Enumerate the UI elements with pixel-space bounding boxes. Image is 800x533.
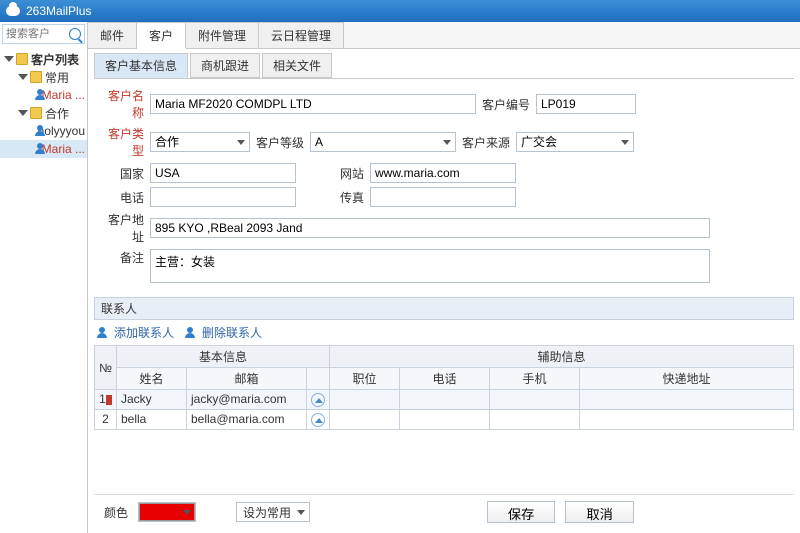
- contact-toolbar: 添加联系人 删除联系人: [94, 320, 794, 345]
- colgroup-aux: 辅助信息: [330, 346, 794, 368]
- app-title: 263MailPlus: [26, 0, 91, 22]
- save-button[interactable]: 保存: [487, 501, 556, 523]
- input-website[interactable]: [370, 163, 516, 183]
- search-box[interactable]: [2, 24, 85, 44]
- label-type: 客户类型: [98, 125, 150, 159]
- delete-contact-button[interactable]: 删除联系人: [184, 324, 262, 341]
- label-remark: 备注: [98, 249, 150, 266]
- label-level: 客户等级: [250, 134, 310, 151]
- col-envelope: [307, 368, 330, 390]
- row-marker-icon: [106, 395, 112, 405]
- col-addr: 快递地址: [580, 368, 794, 390]
- table-row[interactable]: 1 Jacky jacky@maria.com: [95, 390, 794, 410]
- label-name: 客户名称: [98, 87, 150, 121]
- col-no: №: [95, 346, 117, 390]
- customer-tree: 客户列表 常用 Maria ... 合作 holyyyou Maria ...: [0, 46, 87, 162]
- contacts-title: 联系人: [94, 297, 794, 320]
- subtab-files[interactable]: 相关文件: [262, 53, 332, 78]
- tree-item[interactable]: Maria ...: [0, 86, 87, 104]
- chevron-down-icon: [18, 72, 28, 82]
- input-phone[interactable]: [150, 187, 296, 207]
- customer-form: 客户名称 客户编号 客户类型 合作 客户等级 A 客户来源 广交会 国家 网站: [94, 79, 794, 291]
- input-code[interactable]: [536, 94, 636, 114]
- chevron-down-icon: [18, 108, 28, 118]
- person-icon: [96, 327, 108, 339]
- tab-mail[interactable]: 邮件: [88, 22, 137, 48]
- col-name: 姓名: [117, 368, 187, 390]
- color-swatch: [139, 503, 195, 521]
- folder-icon: [30, 107, 42, 119]
- col-position: 职位: [330, 368, 400, 390]
- tree-root[interactable]: 客户列表: [0, 50, 87, 68]
- select-type[interactable]: 合作: [150, 132, 250, 152]
- sidebar: 客户列表 常用 Maria ... 合作 holyyyou Maria ...: [0, 22, 88, 533]
- person-icon: [34, 89, 39, 101]
- col-email: 邮箱: [187, 368, 307, 390]
- subtab-basic[interactable]: 客户基本信息: [94, 53, 188, 78]
- color-picker[interactable]: [138, 502, 196, 522]
- tab-calendar[interactable]: 云日程管理: [259, 22, 344, 48]
- search-icon[interactable]: [69, 28, 81, 40]
- cell-no: 2: [95, 409, 117, 429]
- label-address: 客户地址: [98, 211, 150, 245]
- top-tabs: 邮件 客户 附件管理 云日程管理: [88, 22, 800, 49]
- cloud-icon: [6, 6, 20, 16]
- label-phone: 电话: [98, 189, 150, 206]
- cell-email: jacky@maria.com: [187, 390, 307, 410]
- label-fax: 传真: [296, 189, 370, 206]
- cancel-button[interactable]: 取消: [565, 501, 634, 523]
- tab-customer[interactable]: 客户: [137, 22, 186, 49]
- col-mobile: 手机: [490, 368, 580, 390]
- subtab-opportunity[interactable]: 商机跟进: [190, 53, 260, 78]
- favorite-select[interactable]: 设为常用: [236, 502, 310, 522]
- label-country: 国家: [98, 165, 150, 182]
- tree-item[interactable]: Maria ...: [0, 140, 87, 158]
- input-address[interactable]: [150, 218, 710, 238]
- input-country[interactable]: [150, 163, 296, 183]
- label-website: 网站: [296, 165, 370, 182]
- title-bar: 263MailPlus: [0, 0, 800, 22]
- person-icon: [34, 125, 35, 137]
- cell-name: Jacky: [117, 390, 187, 410]
- mail-icon[interactable]: [311, 393, 325, 407]
- search-input[interactable]: [6, 28, 66, 40]
- cell-email: bella@maria.com: [187, 409, 307, 429]
- cell-name: bella: [117, 409, 187, 429]
- cell-no: 1: [95, 390, 117, 410]
- tree-item[interactable]: holyyyou: [0, 122, 87, 140]
- label-source: 客户来源: [456, 134, 516, 151]
- folder-icon: [30, 71, 42, 83]
- input-fax[interactable]: [370, 187, 516, 207]
- person-icon: [184, 327, 196, 339]
- main-panel: 邮件 客户 附件管理 云日程管理 客户基本信息 商机跟进 相关文件 客户名称 客…: [88, 22, 800, 533]
- select-level[interactable]: A: [310, 132, 456, 152]
- label-code: 客户编号: [476, 96, 536, 113]
- mail-icon[interactable]: [311, 413, 325, 427]
- contacts-table: № 基本信息 辅助信息 姓名 邮箱 职位 电话 手机 快递地址: [94, 345, 794, 430]
- select-source[interactable]: 广交会: [516, 132, 634, 152]
- colgroup-basic: 基本信息: [117, 346, 330, 368]
- chevron-down-icon: [4, 54, 14, 64]
- sub-tabs: 客户基本信息 商机跟进 相关文件: [94, 53, 794, 79]
- tree-group-favorite[interactable]: 常用: [0, 68, 87, 86]
- tree-group-coop[interactable]: 合作: [0, 104, 87, 122]
- add-contact-button[interactable]: 添加联系人: [96, 324, 174, 341]
- textarea-remark[interactable]: 主营：女装: [150, 249, 710, 283]
- tab-attachment[interactable]: 附件管理: [186, 22, 259, 48]
- table-row[interactable]: 2 bella bella@maria.com: [95, 409, 794, 429]
- input-name[interactable]: [150, 94, 476, 114]
- folder-icon: [16, 53, 28, 65]
- person-icon: [34, 143, 39, 155]
- footer-bar: 颜色 设为常用 保存 取消: [94, 494, 794, 529]
- col-tel: 电话: [400, 368, 490, 390]
- label-color: 颜色: [104, 504, 128, 521]
